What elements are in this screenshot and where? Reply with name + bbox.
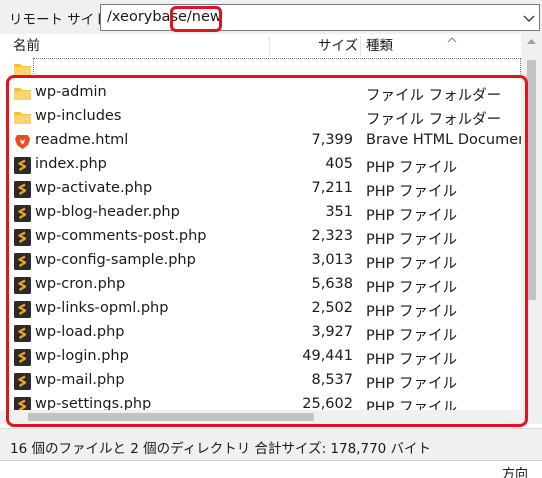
php-file-icon — [13, 397, 32, 410]
file-row[interactable]: wp-config-sample.php 3,013 PHP ファイル — [0, 250, 521, 274]
file-row[interactable]: wp-blog-header.php 351 PHP ファイル — [0, 202, 521, 226]
file-name: wp-config-sample.php — [35, 252, 196, 268]
file-size: 3,927 — [311, 324, 353, 340]
file-list-header: 名前 サイズ 種類 — [0, 34, 521, 59]
file-row[interactable]: index.php 405 PHP ファイル — [0, 154, 521, 178]
file-name: wp-activate.php — [35, 180, 153, 196]
file-type: PHP ファイル — [366, 352, 457, 368]
file-size: 7,211 — [311, 180, 353, 196]
php-file-icon — [13, 349, 32, 366]
brave-icon — [13, 133, 32, 150]
vertical-scroll-thumb[interactable] — [527, 60, 536, 300]
folder-icon — [13, 61, 32, 78]
column-header-type[interactable]: 種類 — [366, 34, 393, 58]
file-type: ファイル フォルダー — [366, 88, 502, 104]
file-type: PHP ファイル — [366, 400, 457, 410]
file-type: PHP ファイル — [366, 280, 457, 296]
file-name: wp-blog-header.php — [35, 204, 180, 220]
file-name: wp-mail.php — [35, 372, 125, 388]
file-type: PHP ファイル — [366, 232, 457, 248]
file-name: index.php — [35, 156, 107, 172]
file-row[interactable]: wp-settings.php 25,602 PHP ファイル — [0, 394, 521, 410]
php-file-icon — [13, 301, 32, 318]
sort-arrow-icon — [447, 37, 457, 43]
chevron-down-icon[interactable] — [521, 8, 537, 28]
column-divider[interactable] — [360, 36, 361, 56]
focus-rectangle — [33, 58, 521, 78]
file-size: 8,537 — [311, 372, 353, 388]
file-row[interactable]: wp-includes ファイル フォルダー — [0, 106, 521, 130]
file-row[interactable]: wp-login.php 49,441 PHP ファイル — [0, 346, 521, 370]
file-name: wp-admin — [35, 84, 107, 100]
horizontal-scroll-thumb[interactable] — [28, 413, 314, 421]
php-file-icon — [13, 373, 32, 390]
file-name: wp-load.php — [35, 324, 125, 340]
file-type: PHP ファイル — [366, 304, 457, 320]
file-size: 351 — [325, 204, 353, 220]
file-type: PHP ファイル — [366, 160, 457, 176]
remote-file-list: wp-admin ファイル フォルダー wp-includes ファイル フォルダー r… — [0, 58, 521, 410]
bottom-panel-label: 方向 — [501, 467, 528, 478]
file-row[interactable]: wp-cron.php 5,638 PHP ファイル — [0, 274, 521, 298]
scroll-up-icon[interactable] — [526, 37, 537, 45]
remote-site-label: リモート サイト: — [9, 12, 113, 28]
file-size: 7,399 — [311, 132, 353, 148]
remote-site-bar: リモート サイト: /xeorybase/new — [0, 0, 542, 35]
status-summary: 16 個のファイルと 2 個のディレクトリ 合計サイズ: 178,770 バイト — [10, 441, 432, 457]
php-file-icon — [13, 229, 32, 246]
path-highlight-box — [170, 6, 222, 32]
file-name: wp-cron.php — [35, 276, 126, 292]
file-name: wp-login.php — [35, 348, 129, 364]
file-type: PHP ファイル — [366, 376, 457, 392]
file-size: 5,638 — [311, 276, 353, 292]
php-file-icon — [13, 205, 32, 222]
file-row[interactable]: wp-mail.php 8,537 PHP ファイル — [0, 370, 521, 394]
file-type: PHP ファイル — [366, 208, 457, 224]
file-type: ファイル フォルダー — [366, 112, 502, 128]
file-name: wp-settings.php — [35, 396, 152, 410]
bottom-panel-edge: 方向 — [0, 460, 542, 478]
file-size: 2,502 — [311, 300, 353, 316]
file-name: wp-links-opml.php — [35, 300, 169, 316]
parent-directory-row[interactable] — [0, 58, 521, 82]
file-row[interactable]: wp-comments-post.php 2,323 PHP ファイル — [0, 226, 521, 250]
file-size: 3,013 — [311, 252, 353, 268]
php-file-icon — [13, 325, 32, 342]
file-size: 49,441 — [302, 348, 353, 364]
column-header-size[interactable]: サイズ — [318, 34, 358, 58]
file-row[interactable]: wp-admin ファイル フォルダー — [0, 82, 521, 106]
status-bar: 16 個のファイルと 2 個のディレクトリ 合計サイズ: 178,770 バイト — [0, 428, 542, 461]
horizontal-scrollbar[interactable] — [0, 410, 542, 424]
file-name: wp-comments-post.php — [35, 228, 207, 244]
column-divider[interactable] — [269, 36, 270, 56]
vertical-scrollbar[interactable] — [521, 34, 542, 410]
column-header-name[interactable]: 名前 — [13, 34, 40, 58]
remote-path-input[interactable]: /xeorybase/new — [100, 4, 540, 31]
file-row[interactable]: wp-load.php 3,927 PHP ファイル — [0, 322, 521, 346]
php-file-icon — [13, 253, 32, 270]
file-type: PHP ファイル — [366, 256, 457, 272]
file-row[interactable]: wp-activate.php 7,211 PHP ファイル — [0, 178, 521, 202]
file-type: PHP ファイル — [366, 328, 457, 344]
file-name: wp-includes — [35, 108, 122, 124]
file-row[interactable]: wp-links-opml.php 2,502 PHP ファイル — [0, 298, 521, 322]
file-type: PHP ファイル — [366, 184, 457, 200]
file-name: readme.html — [35, 132, 129, 148]
file-size: 25,602 — [302, 396, 353, 410]
folder-icon — [13, 109, 32, 126]
file-size: 405 — [325, 156, 353, 172]
folder-icon — [13, 85, 32, 102]
file-size: 2,323 — [311, 228, 353, 244]
php-file-icon — [13, 157, 32, 174]
file-row[interactable]: readme.html 7,399 Brave HTML Document — [0, 130, 521, 154]
file-type: Brave HTML Document — [366, 132, 521, 148]
php-file-icon — [13, 277, 32, 294]
php-file-icon — [13, 181, 32, 198]
